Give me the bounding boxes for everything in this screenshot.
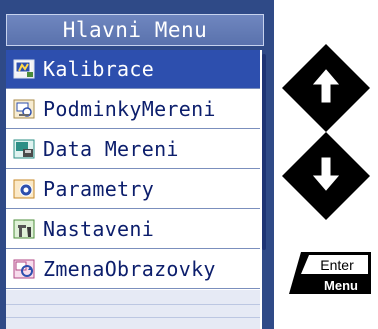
- enter-menu-key[interactable]: Enter Menu: [287, 250, 373, 296]
- conditions-icon: [13, 99, 35, 119]
- menu-item-label: ZmenaObrazovky: [43, 257, 216, 281]
- menu-list: Kalibrace PodminkyMereni Data Mereni Par…: [6, 50, 262, 329]
- screen-change-icon: [13, 259, 35, 279]
- menu-item-parametry[interactable]: Parametry: [6, 170, 260, 209]
- menu-item-zmena-obrazovky[interactable]: ZmenaObrazovky: [6, 250, 260, 289]
- enter-key-label: Enter: [320, 257, 354, 273]
- parameters-icon: [13, 179, 35, 199]
- down-arrow-key[interactable]: [278, 128, 374, 224]
- menu-empty-area: [6, 290, 260, 329]
- menu-item-label: PodminkyMereni: [43, 97, 216, 121]
- menu-item-label: Nastaveni: [43, 217, 155, 241]
- menu-item-kalibrace[interactable]: Kalibrace: [6, 50, 260, 89]
- up-arrow-key[interactable]: [278, 40, 374, 136]
- menu-item-label: Parametry: [43, 177, 155, 201]
- menu-title: Hlavni Menu: [6, 14, 264, 46]
- menu-item-label: Data Mereni: [43, 137, 179, 161]
- menu-item-label: Kalibrace: [43, 57, 155, 81]
- menu-item-nastaveni[interactable]: Nastaveni: [6, 210, 260, 249]
- menu-item-podminky-mereni[interactable]: PodminkyMereni: [6, 90, 260, 129]
- menu-item-data-mereni[interactable]: Data Mereni: [6, 130, 260, 169]
- settings-icon: [13, 219, 35, 239]
- calibration-icon: [13, 59, 35, 79]
- menu-key-label: Menu: [324, 278, 358, 293]
- main-menu-panel: Hlavni Menu Kalibrace PodminkyMereni Dat…: [0, 0, 274, 329]
- menu-scrollbar[interactable]: [262, 54, 266, 250]
- data-icon: [13, 139, 35, 159]
